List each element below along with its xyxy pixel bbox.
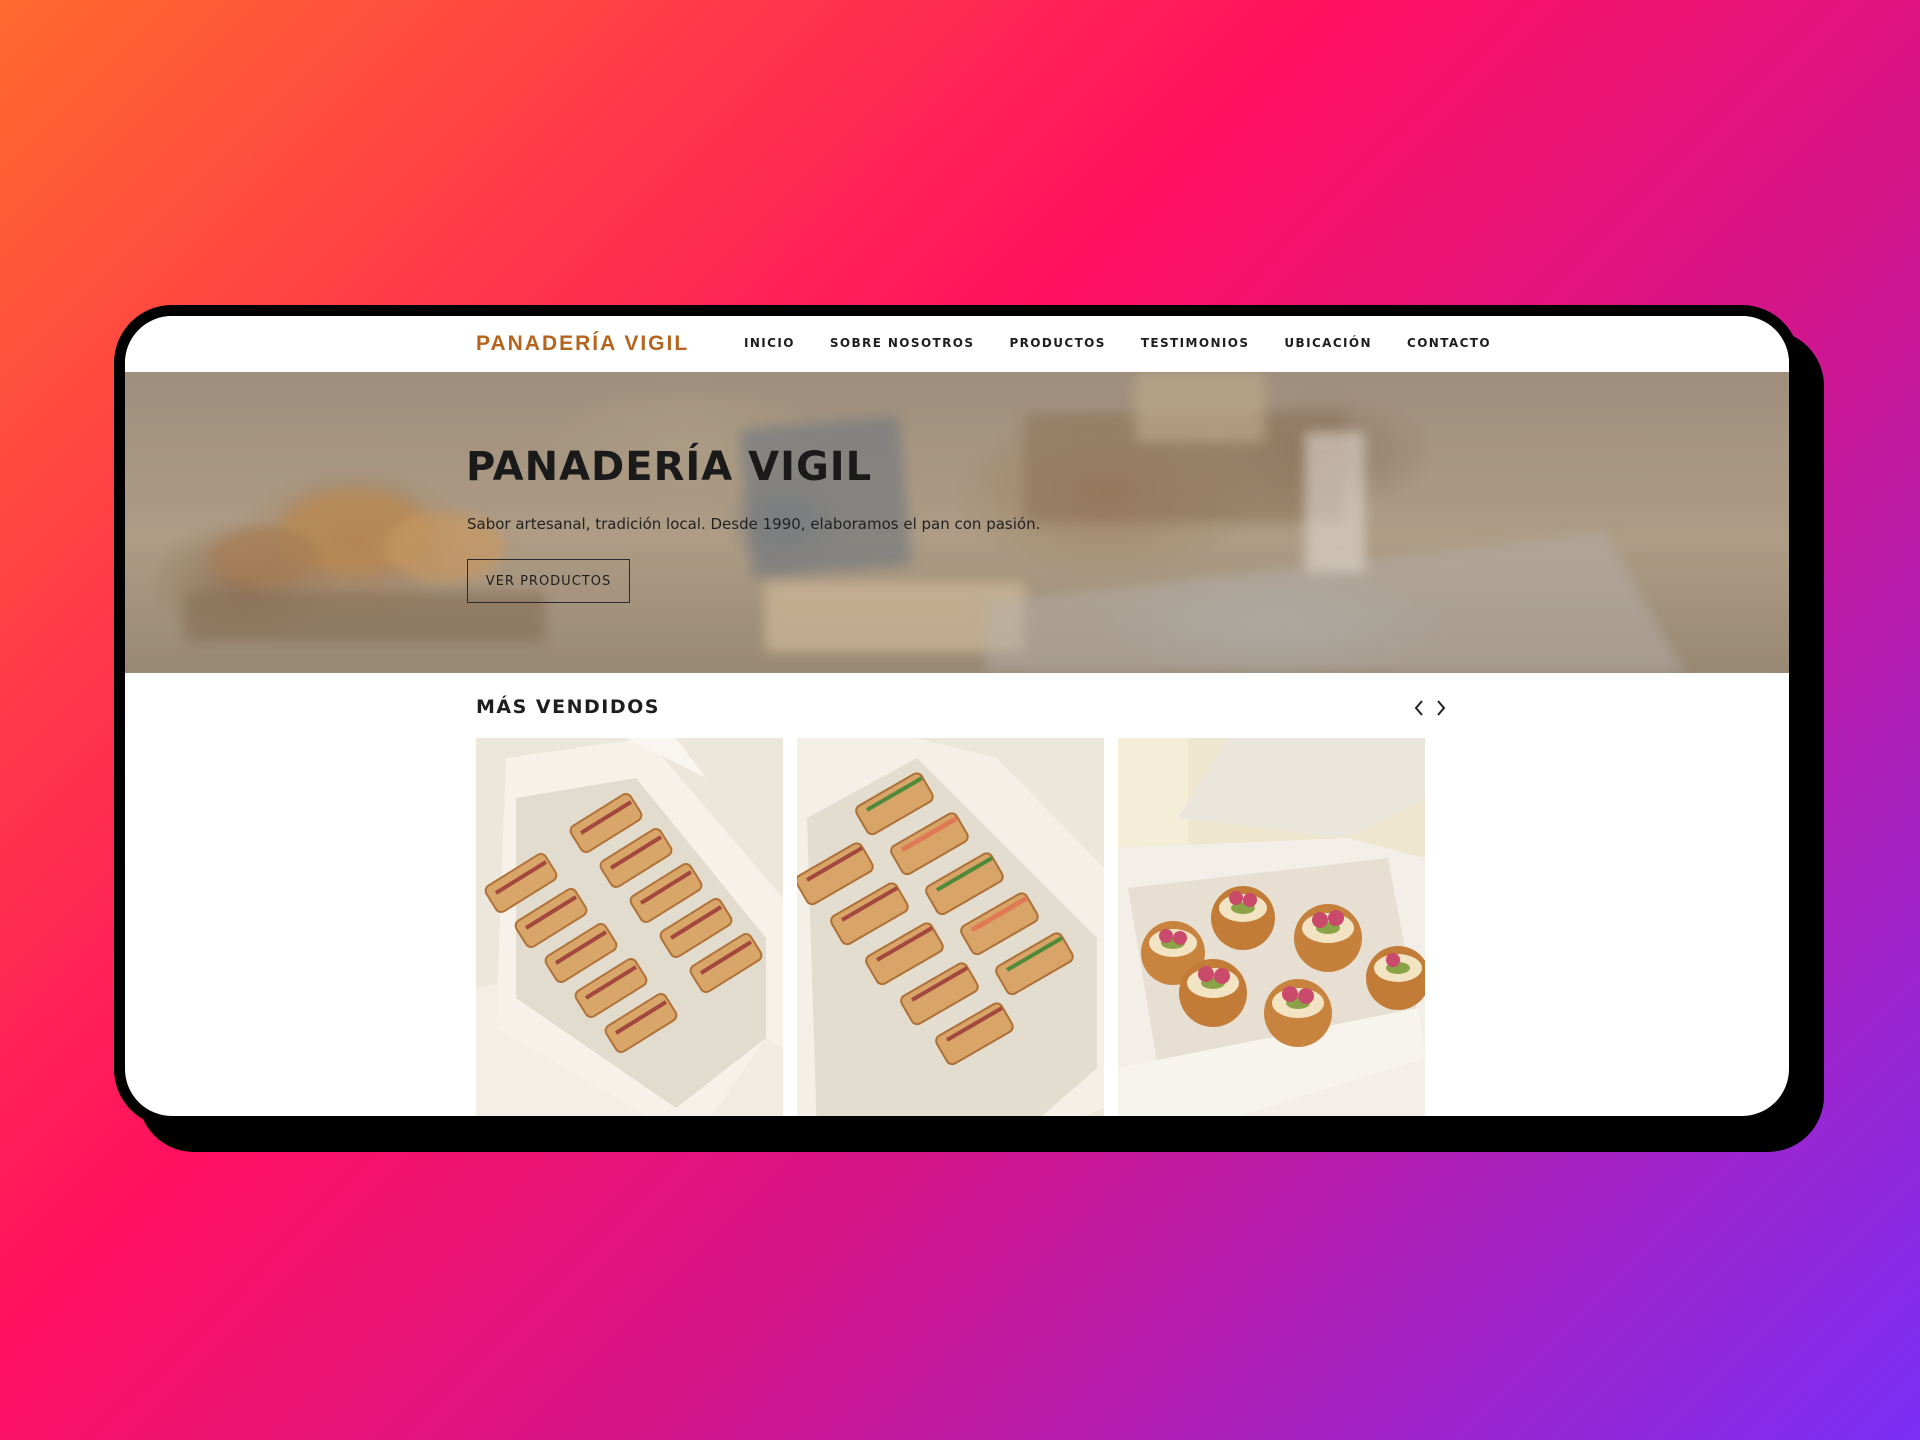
nav-link-ubicacion[interactable]: UBICACIÓN (1284, 336, 1372, 350)
hero-subtitle: Sabor artesanal, tradición local. Desde … (467, 515, 1041, 533)
product-card[interactable] (476, 738, 783, 1116)
chevron-right-icon[interactable] (1432, 698, 1450, 718)
brand-logo[interactable]: PANADERÍA VIGIL (476, 332, 689, 356)
hero-banner: PANADERÍA VIGIL Sabor artesanal, tradici… (125, 372, 1789, 673)
top-navigation: PANADERÍA VIGIL INICIO SOBRE NOSOTROS PR… (125, 316, 1789, 372)
sandwich-box-photo (476, 738, 783, 1116)
nav-link-inicio[interactable]: INICIO (744, 336, 795, 350)
nav-links: INICIO SOBRE NOSOTROS PRODUCTOS TESTIMON… (744, 336, 1491, 350)
nav-link-sobre-nosotros[interactable]: SOBRE NOSOTROS (830, 336, 975, 350)
ver-productos-button[interactable]: VER PRODUCTOS (467, 559, 630, 603)
device-frame: PANADERÍA VIGIL INICIO SOBRE NOSOTROS PR… (114, 305, 1800, 1127)
nav-link-productos[interactable]: PRODUCTOS (1009, 336, 1105, 350)
product-carousel (476, 738, 1425, 1116)
product-card[interactable] (1118, 738, 1425, 1116)
sandwich-box-photo (797, 738, 1104, 1116)
product-card[interactable] (797, 738, 1104, 1116)
bestsellers-title: MÁS VENDIDOS (476, 696, 660, 718)
raspberry-donut-box-photo (1118, 738, 1425, 1116)
chevron-left-icon[interactable] (1410, 698, 1428, 718)
browser-screen: PANADERÍA VIGIL INICIO SOBRE NOSOTROS PR… (125, 316, 1789, 1116)
nav-link-contacto[interactable]: CONTACTO (1407, 336, 1491, 350)
hero-title: PANADERÍA VIGIL (466, 444, 873, 490)
carousel-controls (1410, 698, 1450, 718)
nav-link-testimonios[interactable]: TESTIMONIOS (1141, 336, 1250, 350)
